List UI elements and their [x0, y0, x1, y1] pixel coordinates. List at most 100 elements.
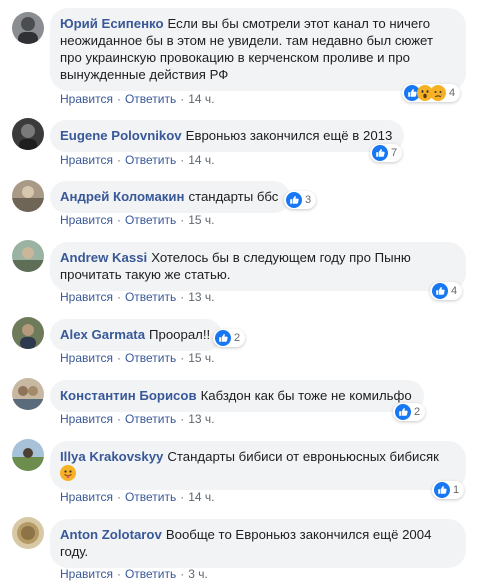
reply-button[interactable]: Ответить [125, 92, 176, 106]
avatar[interactable] [12, 240, 44, 272]
comment-text: Евроньюз закончился ещё в 2013 [185, 128, 393, 143]
separator: · [116, 490, 121, 504]
separator: · [180, 92, 185, 106]
comment-actions: Нравится · Ответить · 15 ч. [60, 351, 215, 365]
separator: · [180, 490, 185, 504]
comment-bubble: Eugene Polovnikov Евроньюз закончился ещё… [50, 120, 405, 152]
reaction-summary[interactable]: 4 [430, 282, 463, 300]
comment-bubble: Юрий Есипенко Если вы бы смотрели этот ка… [50, 8, 466, 91]
comment-author[interactable]: Юрий Есипенко [60, 16, 164, 31]
comment-actions: Нравится · Ответить · 14 ч. [60, 92, 215, 106]
comment-bubble: Andrew Kassi Хотелось бы в следующем году… [50, 242, 466, 291]
separator: · [180, 290, 185, 304]
comment-author[interactable]: Illya Krakovskyy [60, 449, 163, 464]
reaction-summary[interactable]: 2 [213, 329, 246, 347]
comment-bubble: Illya Krakovskyy Стандарты бибиси от евро… [50, 441, 466, 490]
comment-author[interactable]: Константин Борисов [60, 388, 197, 403]
comment-actions: Нравится · Ответить · 14 ч. [60, 490, 215, 504]
comment-actions: Нравится · Ответить · 13 ч. [60, 412, 215, 426]
reaction-summary[interactable]: 1 [432, 481, 465, 499]
like-icon [395, 404, 411, 420]
timestamp[interactable]: 14 ч. [188, 153, 214, 167]
separator: · [180, 351, 185, 365]
separator: · [180, 412, 185, 426]
reply-button[interactable]: Ответить [125, 351, 176, 365]
separator: · [116, 351, 121, 365]
avatar[interactable] [12, 378, 44, 410]
avatar[interactable] [12, 12, 44, 44]
like-button[interactable]: Нравится [60, 153, 113, 167]
timestamp[interactable]: 15 ч. [188, 213, 214, 227]
reaction-count: 4 [449, 87, 456, 99]
comment-author[interactable]: Андрей Коломакин [60, 189, 184, 204]
comment-text: Кабздон как бы тоже не комильфо [200, 388, 412, 403]
separator: · [180, 567, 185, 581]
comment-author[interactable]: Alex Garmata [60, 327, 145, 342]
reaction-summary[interactable]: 4 [402, 84, 461, 102]
comments-list: Юрий Есипенко Если вы бы смотрели этот ка… [0, 0, 498, 587]
reply-button[interactable]: Ответить [125, 290, 176, 304]
avatar[interactable] [12, 317, 44, 349]
reply-button[interactable]: Ответить [125, 490, 176, 504]
timestamp[interactable]: 15 ч. [188, 351, 214, 365]
reaction-count: 4 [451, 285, 458, 297]
separator: · [116, 412, 121, 426]
like-icon [215, 330, 231, 346]
like-button[interactable]: Нравится [60, 490, 113, 504]
like-icon [286, 192, 302, 208]
separator: · [116, 290, 121, 304]
like-button[interactable]: Нравится [60, 290, 113, 304]
comment-author[interactable]: Eugene Polovnikov [60, 128, 182, 143]
comment-text: Стандарты бибиси от евроньюсных бибисяк [167, 449, 439, 464]
comment-text: Проорал!! [149, 327, 211, 342]
timestamp[interactable]: 3 ч. [188, 567, 208, 581]
separator: · [180, 153, 185, 167]
reaction-count: 1 [453, 484, 460, 496]
comment-actions: Нравится · Ответить · 3 ч. [60, 567, 208, 581]
like-button[interactable]: Нравится [60, 92, 113, 106]
separator: · [116, 567, 121, 581]
comment-author[interactable]: Anton Zolotarov [60, 527, 162, 542]
comment-bubble: Anton Zolotarov Вообще то Евроньюз законч… [50, 519, 466, 568]
like-icon [372, 145, 388, 161]
like-button[interactable]: Нравится [60, 213, 113, 227]
comment-actions: Нравится · Ответить · 13 ч. [60, 290, 215, 304]
separator: · [116, 153, 121, 167]
reply-button[interactable]: Ответить [125, 412, 176, 426]
comment-bubble: Alex Garmata Проорал!! [50, 319, 223, 351]
avatar[interactable] [12, 517, 44, 549]
like-button[interactable]: Нравится [60, 412, 113, 426]
like-button[interactable]: Нравится [60, 351, 113, 365]
sad-icon [430, 85, 446, 101]
timestamp[interactable]: 13 ч. [188, 290, 214, 304]
comment-bubble: Константин Борисов Кабздон как бы тоже не… [50, 380, 424, 412]
reaction-count: 7 [391, 147, 398, 159]
reply-button[interactable]: Ответить [125, 567, 176, 581]
reaction-summary[interactable]: 3 [284, 191, 317, 209]
like-button[interactable]: Нравится [60, 567, 113, 581]
separator: · [180, 213, 185, 227]
reaction-summary[interactable]: 7 [370, 144, 403, 162]
avatar[interactable] [12, 439, 44, 471]
reply-button[interactable]: Ответить [125, 213, 176, 227]
emoji-tongue-icon [60, 465, 76, 481]
like-icon [432, 283, 448, 299]
timestamp[interactable]: 14 ч. [188, 490, 214, 504]
reaction-count: 3 [305, 194, 312, 206]
timestamp[interactable]: 13 ч. [188, 412, 214, 426]
comment-actions: Нравится · Ответить · 15 ч. [60, 213, 215, 227]
avatar[interactable] [12, 118, 44, 150]
like-icon [434, 482, 450, 498]
reaction-count: 2 [414, 406, 421, 418]
separator: · [116, 213, 121, 227]
avatar[interactable] [12, 180, 44, 212]
separator: · [116, 92, 121, 106]
reply-button[interactable]: Ответить [125, 153, 176, 167]
comment-bubble: Андрей Коломакин стандарты ббс [50, 181, 291, 213]
comment-text: стандарты ббс [188, 189, 279, 204]
timestamp[interactable]: 14 ч. [188, 92, 214, 106]
comment-actions: Нравится · Ответить · 14 ч. [60, 153, 215, 167]
reaction-summary[interactable]: 2 [393, 403, 426, 421]
comment-author[interactable]: Andrew Kassi [60, 250, 147, 265]
reaction-count: 2 [234, 332, 241, 344]
